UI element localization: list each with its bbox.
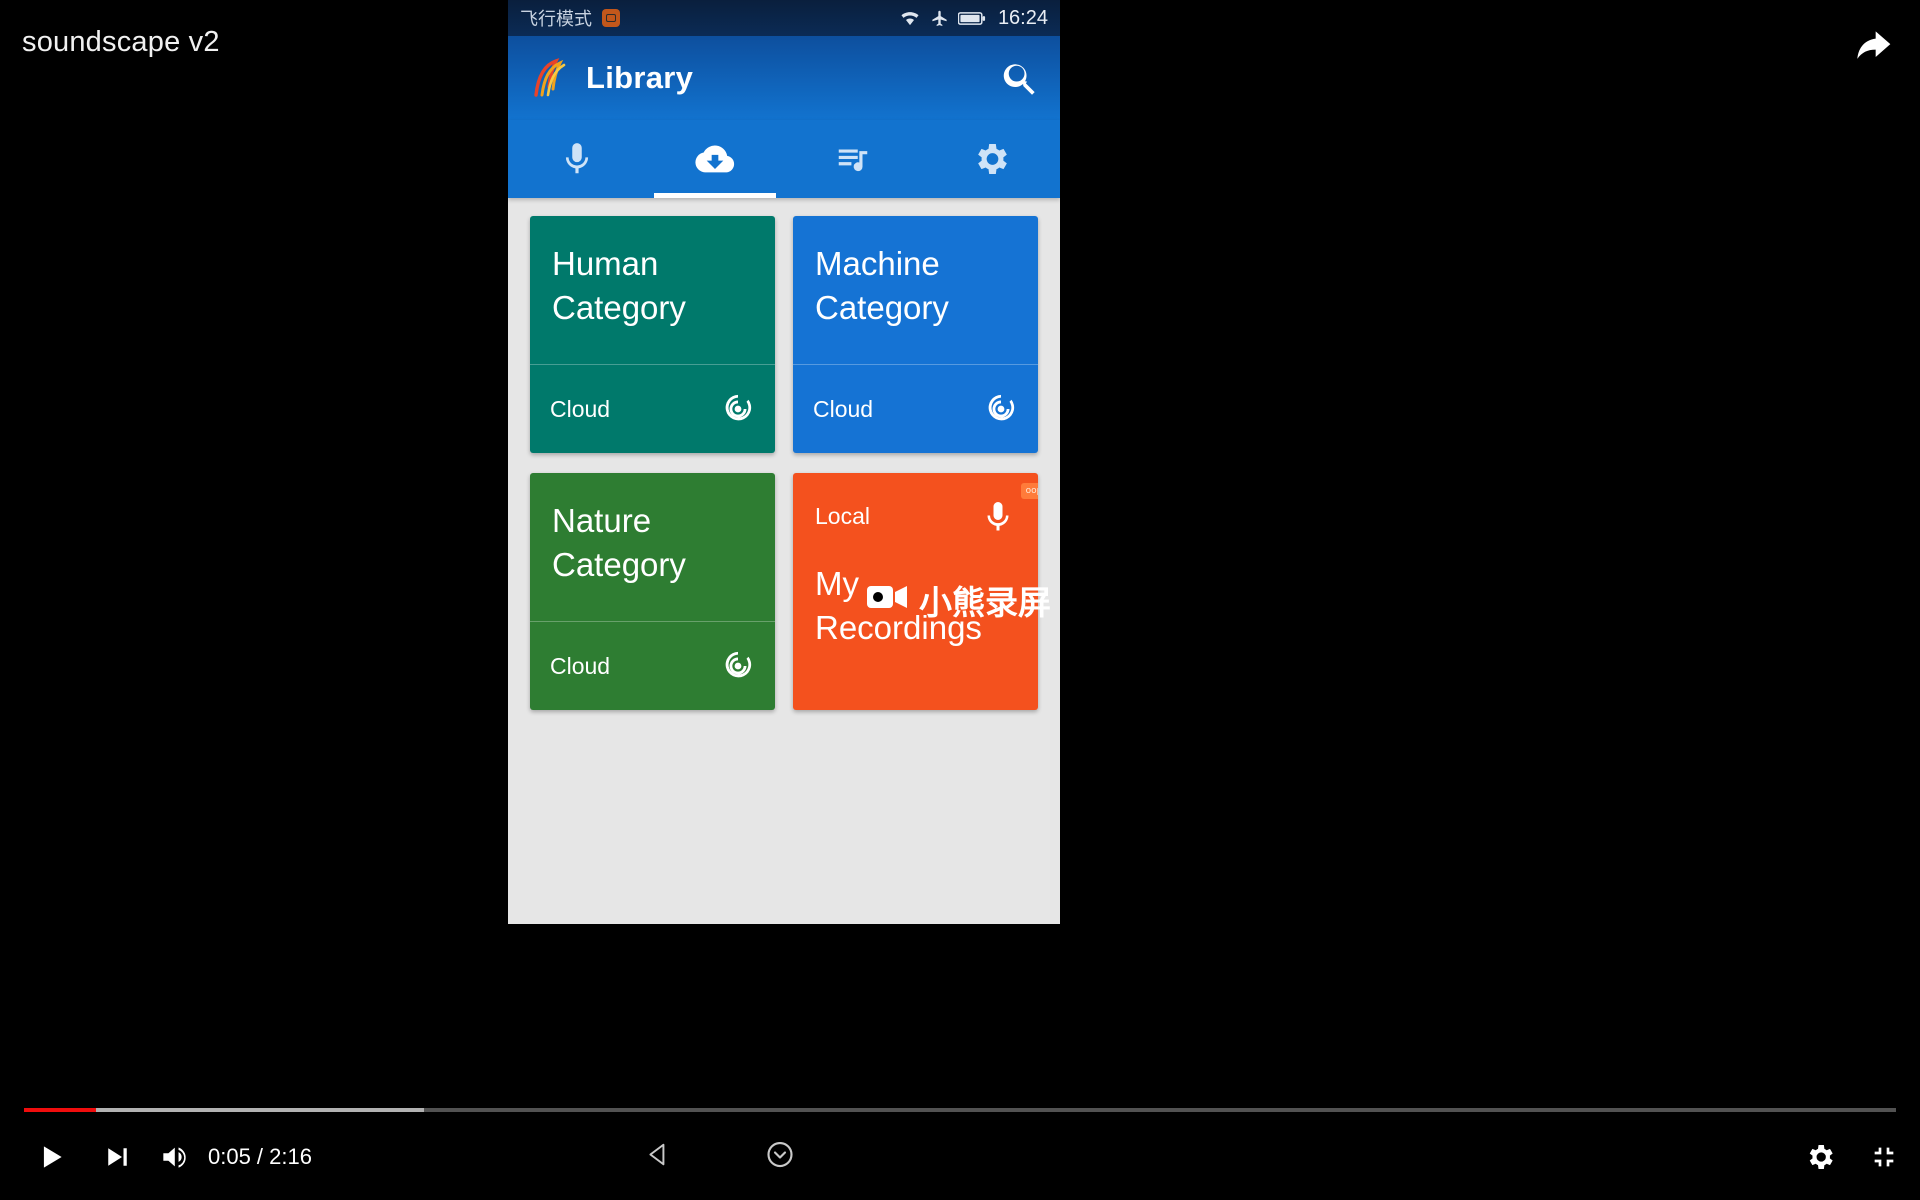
screen-recorder-watermark: 小熊录屏 <box>866 576 1051 624</box>
card-footer: Cloud <box>793 365 1038 453</box>
tab-recorder[interactable] <box>508 120 646 198</box>
status-clock: 16:24 <box>997 6 1048 29</box>
back-icon[interactable] <box>645 1142 671 1173</box>
recorder-name: 小熊录屏 <box>919 583 1051 622</box>
card-source-label: Cloud <box>550 395 611 422</box>
phone-screen: 飞行模式 16:24 Library Human Category Cloud … <box>508 0 1060 924</box>
status-bar: 飞行模式 16:24 <box>508 0 1060 36</box>
recorder-logo-icon <box>866 581 910 620</box>
page-title: Library <box>586 60 694 95</box>
tab-indicator <box>654 193 776 198</box>
progress-played <box>24 1108 96 1112</box>
card-source-label: Local <box>815 503 870 529</box>
app-bar: Library <box>508 36 1060 120</box>
card-title: Machine Category <box>815 245 949 326</box>
battery-icon <box>957 11 986 26</box>
notification-app-icon <box>602 9 620 27</box>
home-icon[interactable] <box>765 1140 795 1175</box>
tab-bar <box>508 120 1060 198</box>
card-row-1: Human Category Cloud Machine Category Cl… <box>530 216 1038 453</box>
recordings-header: Local <box>793 473 1038 540</box>
status-bar-left: 飞行模式 <box>520 5 620 31</box>
screen-root: soundscape v2 飞行模式 16:24 Library Human C… <box>0 0 1920 1200</box>
library-content: Human Category Cloud Machine Category Cl… <box>508 198 1060 748</box>
status-bar-right: 16:24 <box>899 7 1048 30</box>
search-icon[interactable] <box>1000 57 1042 99</box>
card-source-label: Cloud <box>813 395 874 422</box>
app-logo <box>526 55 572 101</box>
card-footer: Cloud <box>530 365 775 453</box>
track-changes-icon[interactable] <box>721 649 755 683</box>
video-title: soundscape v2 <box>22 26 220 58</box>
card-title-zone: Human Category <box>530 216 775 364</box>
microphone-icon[interactable] <box>980 499 1016 540</box>
share-icon[interactable] <box>1850 24 1894 68</box>
card-machine-category[interactable]: Machine Category Cloud <box>793 216 1038 453</box>
track-changes-icon[interactable] <box>721 392 755 426</box>
track-changes-icon[interactable] <box>984 392 1018 426</box>
wifi-icon <box>899 10 921 26</box>
android-softkeys <box>0 1114 1920 1200</box>
airplane-mode-label: 飞行模式 <box>520 9 592 30</box>
card-human-category[interactable]: Human Category Cloud <box>530 216 775 453</box>
tab-downloads[interactable] <box>646 120 784 198</box>
tab-settings[interactable] <box>922 120 1060 198</box>
airplane-icon <box>930 9 949 28</box>
card-source-label: Cloud <box>550 652 611 679</box>
card-title-zone: Nature Category <box>530 473 775 621</box>
card-title: Nature Category <box>552 502 686 583</box>
card-footer: Cloud <box>530 622 775 710</box>
card-title: Human Category <box>552 245 686 326</box>
tab-playlist[interactable] <box>784 120 922 198</box>
card-nature-category[interactable]: Nature Category Cloud <box>530 473 775 710</box>
recording-badge: oops <box>1020 483 1038 499</box>
card-title-zone: Machine Category <box>793 216 1038 364</box>
video-progress-bar[interactable] <box>0 1106 1920 1114</box>
